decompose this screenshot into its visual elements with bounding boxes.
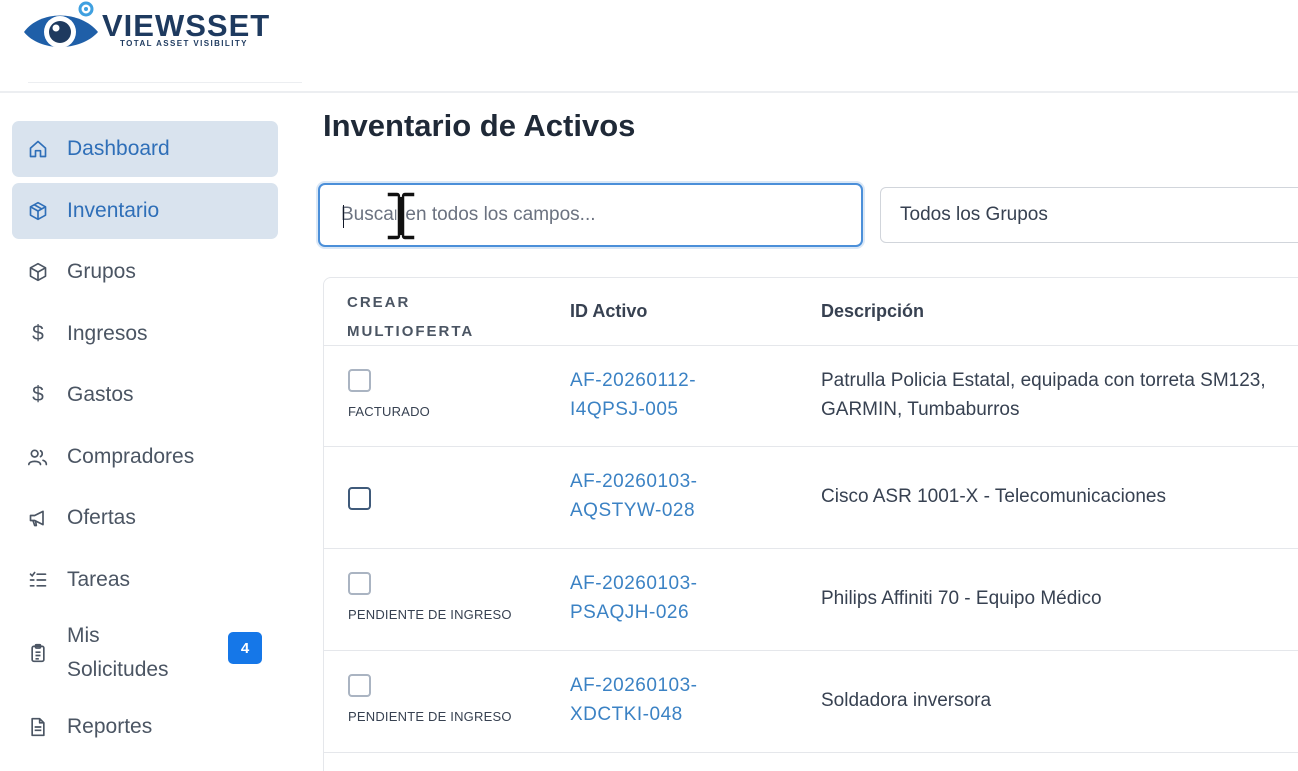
checklist-icon	[26, 568, 50, 592]
table-row: AF-20260103- AQSTYW-028 Cisco ASR 1001-X…	[324, 448, 1298, 549]
description-line: Patrulla Policia Estatal, equipada con t…	[821, 370, 1266, 391]
table-header: CREAR MULTIOFERTA ID Activo Descripción	[324, 278, 1298, 346]
asset-id-link[interactable]: AF-20260103- PSAQJH-026	[570, 569, 697, 627]
asset-id-line: XDCTKI-048	[570, 704, 683, 725]
sidebar-item-label-line: Mis	[67, 624, 100, 647]
home-icon	[26, 137, 50, 161]
sidebar-item-mis-solicitudes[interactable]: Mis Solicitudes 4	[12, 613, 278, 693]
sidebar-item-gastos[interactable]: $ Gastos	[12, 367, 278, 423]
dollar-icon: $	[32, 383, 44, 406]
sidebar-item-label: Reportes	[67, 714, 153, 738]
row-description: Cisco ASR 1001-X - Telecomunicaciones	[821, 486, 1166, 507]
search-input[interactable]	[341, 204, 861, 226]
row-checkbox[interactable]	[348, 369, 371, 392]
row-checkbox[interactable]	[348, 487, 371, 510]
sidebar-item-label: Dashboard	[67, 137, 170, 160]
row-description: Philips Affiniti 70 - Equipo Médico	[821, 588, 1102, 609]
column-header-crear-multioferta: CREAR MULTIOFERTA	[347, 288, 474, 346]
notification-badge: 4	[228, 632, 262, 664]
asset-id-line: AQSTYW-028	[570, 500, 696, 521]
table-row: FACTURADO AF-20260112- I4QPSJ-005 Patrul…	[324, 346, 1298, 447]
row-status: FACTURADO	[348, 404, 430, 419]
brand-tagline: TOTAL ASSET VISIBILITY	[120, 39, 248, 48]
clipboard-icon	[26, 641, 50, 665]
group-filter-select[interactable]: Todos los Grupos	[880, 187, 1298, 243]
row-checkbox[interactable]	[348, 572, 371, 595]
row-description: Patrulla Policia Estatal, equipada con t…	[821, 366, 1266, 424]
megaphone-icon	[26, 506, 50, 530]
users-icon	[26, 445, 50, 469]
sidebar-nav: Dashboard Inventario Grupos $ Ingresos $…	[12, 121, 278, 760]
header-divider	[0, 91, 1298, 93]
sidebar-item-label: Ofertas	[67, 506, 136, 529]
sidebar-item-tareas[interactable]: Tareas	[12, 552, 278, 608]
sidebar-item-label: Grupos	[67, 260, 136, 283]
asset-id-link[interactable]: AF-20260103- XDCTKI-048	[570, 671, 697, 729]
row-status: PENDIENTE DE INGRESO	[348, 709, 512, 724]
text-caret	[343, 205, 344, 228]
brand-divider	[28, 82, 302, 83]
assets-table: CREAR MULTIOFERTA ID Activo Descripción …	[323, 277, 1298, 771]
row-description: Soldadora inversora	[821, 690, 992, 711]
sidebar-item-label: Inventario	[67, 198, 160, 222]
column-header-line: CREAR	[347, 294, 411, 311]
sidebar-item-label-line: Solicitudes	[67, 658, 169, 681]
ibeam-cursor-icon	[386, 191, 416, 241]
sidebar-item-label: Mis Solicitudes	[67, 619, 169, 687]
sidebar-item-reportes[interactable]: Reportes	[12, 699, 278, 755]
asset-id-link[interactable]: AF-20260112- I4QPSJ-005	[570, 366, 696, 424]
sidebar-item-label: Compradores	[67, 444, 195, 468]
brand-logo[interactable]: VIEWSSET TOTAL ASSET VISIBILITY	[22, 0, 305, 82]
sidebar: VIEWSSET TOTAL ASSET VISIBILITY Dashboar…	[0, 0, 305, 771]
asset-id-line: AF-20260103-	[570, 573, 698, 594]
box-icon	[26, 199, 50, 223]
dollar-icon: $	[32, 321, 44, 345]
sidebar-item-label: Tareas	[67, 567, 131, 591]
asset-id-line: AF-20260103-	[570, 471, 698, 492]
asset-id-line: AF-20260103-	[570, 675, 698, 696]
row-checkbox[interactable]	[348, 674, 371, 697]
sidebar-item-label: Gastos	[67, 383, 134, 406]
sidebar-item-inventario[interactable]: Inventario	[12, 182, 278, 239]
sidebar-item-compradores[interactable]: Compradores	[12, 429, 278, 485]
asset-id-line: PSAQJH-026	[570, 602, 690, 623]
table-row: PENDIENTE DE INGRESO AF-20260103- XDCTKI…	[324, 652, 1298, 753]
description-line: GARMIN, Tumbaburros	[821, 399, 1020, 420]
document-icon	[26, 715, 50, 739]
cube-icon	[26, 260, 50, 284]
eye-logo-icon	[24, 1, 98, 48]
sidebar-item-grupos[interactable]: Grupos	[12, 244, 278, 300]
column-header-id[interactable]: ID Activo	[570, 301, 647, 322]
asset-id-line: I4QPSJ-005	[570, 399, 679, 420]
page-title: Inventario de Activos	[323, 108, 636, 143]
sidebar-item-label: Ingresos	[67, 321, 148, 345]
asset-id-link[interactable]: AF-20260103- AQSTYW-028	[570, 467, 697, 525]
sidebar-item-ofertas[interactable]: Ofertas	[12, 490, 278, 546]
sidebar-item-ingresos[interactable]: $ Ingresos	[12, 306, 278, 362]
table-row: PENDIENTE DE INGRESO AF-20260103- PSAQJH…	[324, 550, 1298, 651]
column-header-line: MULTIOFERTA	[347, 323, 475, 340]
column-header-description[interactable]: Descripción	[821, 301, 924, 322]
sidebar-item-dashboard[interactable]: Dashboard	[12, 121, 278, 177]
asset-id-line: AF-20260112-	[570, 370, 697, 391]
row-status: PENDIENTE DE INGRESO	[348, 607, 512, 622]
